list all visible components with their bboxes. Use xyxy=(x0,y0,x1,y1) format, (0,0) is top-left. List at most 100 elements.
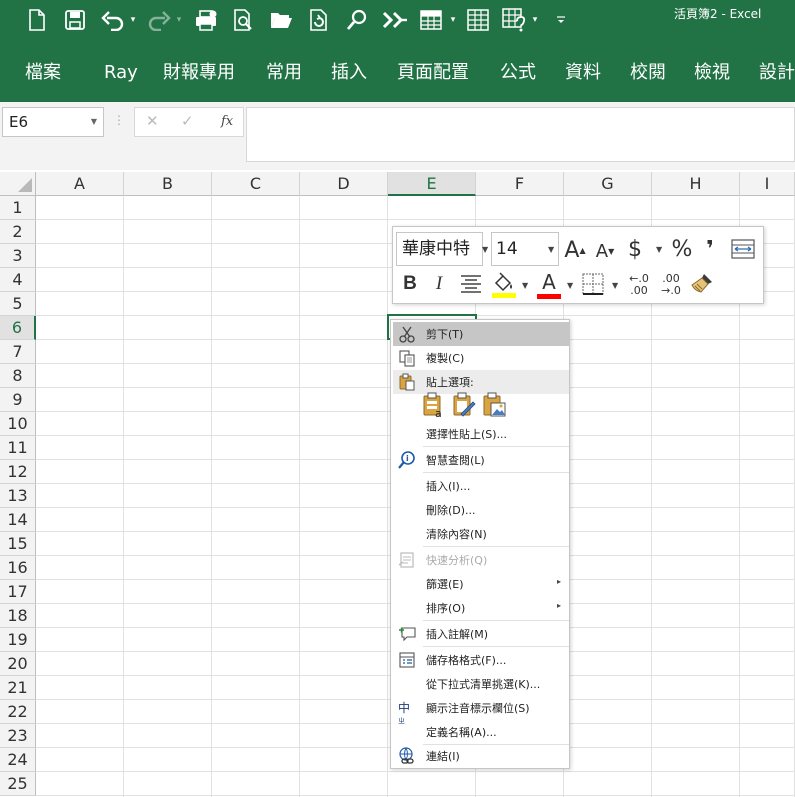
row-header-2[interactable]: 2 xyxy=(0,220,36,244)
refresh-icon[interactable] xyxy=(306,7,332,33)
row-header-17[interactable]: 17 xyxy=(0,580,36,604)
more-dropdown-icon[interactable]: ▾ xyxy=(530,7,540,33)
tab-page-layout[interactable]: 頁面配置 xyxy=(397,62,469,84)
repeat-icon[interactable] xyxy=(381,7,409,33)
menu-item-sort[interactable]: 排序(O) ▸ xyxy=(393,596,569,620)
increase-decimal-button[interactable]: ←.0 .00 xyxy=(625,271,653,299)
font-color-button[interactable]: A xyxy=(536,271,562,299)
name-box[interactable]: E6 ▼ xyxy=(2,107,104,137)
fill-color-icon[interactable] xyxy=(491,271,517,299)
menu-item-insert[interactable]: 插入(I)... xyxy=(393,474,569,498)
paste-formulas-icon[interactable] xyxy=(451,392,477,418)
menu-item-smart-lookup[interactable]: i 智慧查閱(L) xyxy=(393,448,569,472)
merge-center-icon[interactable] xyxy=(731,237,755,261)
row-header-12[interactable]: 12 xyxy=(0,460,36,484)
align-center-icon[interactable] xyxy=(459,273,483,295)
row-header-3[interactable]: 3 xyxy=(0,244,36,268)
name-box-dropdown-icon[interactable]: ▼ xyxy=(91,117,97,126)
font-name-box[interactable]: 華康中特 xyxy=(396,232,483,266)
font-name-dropdown-icon[interactable]: ▼ xyxy=(482,245,488,254)
row-header-23[interactable]: 23 xyxy=(0,724,36,748)
menu-item-insert-comment[interactable]: 插入註解(M) xyxy=(393,622,569,646)
tab-ray[interactable]: Ray xyxy=(104,62,138,84)
insert-function-button[interactable]: fx xyxy=(221,114,233,129)
column-header-d[interactable]: D xyxy=(300,172,388,196)
customize-qat-icon[interactable] xyxy=(555,7,567,33)
row-header-22[interactable]: 22 xyxy=(0,700,36,724)
column-header-f[interactable]: F xyxy=(476,172,564,196)
row-header-24[interactable]: 24 xyxy=(0,748,36,772)
form-icon[interactable] xyxy=(465,7,491,33)
percent-button[interactable]: % xyxy=(670,235,694,263)
paste-values-icon[interactable]: a xyxy=(421,392,447,420)
row-header-20[interactable]: 20 xyxy=(0,652,36,676)
more-icon[interactable] xyxy=(501,7,527,33)
menu-item-define-name[interactable]: 定義名稱(A)... xyxy=(393,720,569,744)
row-header-14[interactable]: 14 xyxy=(0,508,36,532)
menu-item-phonetic[interactable]: 中ㄓ 顯示注音標示欄位(S) xyxy=(393,696,569,725)
fill-color-dropdown-icon[interactable]: ▼ xyxy=(522,281,528,290)
column-header-h[interactable]: H xyxy=(652,172,740,196)
menu-item-filter[interactable]: 篩選(E) ▸ xyxy=(393,572,569,596)
formula-input[interactable] xyxy=(246,107,795,162)
column-header-e[interactable]: E xyxy=(388,172,476,196)
format-painter-icon[interactable] xyxy=(690,272,714,296)
row-header-21[interactable]: 21 xyxy=(0,676,36,700)
tab-financial-report[interactable]: 財報專用 xyxy=(163,62,235,84)
menu-item-clear-contents[interactable]: 清除內容(N) xyxy=(393,522,569,546)
currency-dropdown-icon[interactable]: ▼ xyxy=(656,245,662,254)
quick-print-icon[interactable] xyxy=(193,7,219,33)
menu-item-cut[interactable]: 剪下(T) xyxy=(393,322,569,346)
new-file-icon[interactable] xyxy=(26,7,48,33)
tab-design[interactable]: 設計 xyxy=(759,62,795,84)
row-header-7[interactable]: 7 xyxy=(0,340,36,364)
grow-font-button[interactable]: A ▲ xyxy=(564,236,586,264)
menu-item-delete[interactable]: 刪除(D)... xyxy=(393,498,569,522)
row-header-25[interactable]: 25 xyxy=(0,772,36,796)
menu-item-link[interactable]: 連結(I) xyxy=(393,744,569,768)
row-header-11[interactable]: 11 xyxy=(0,436,36,460)
row-header-19[interactable]: 19 xyxy=(0,628,36,652)
tab-review[interactable]: 校閱 xyxy=(630,62,666,84)
paste-picture-icon[interactable] xyxy=(481,392,507,418)
tab-view[interactable]: 檢視 xyxy=(694,62,730,84)
row-header-6[interactable]: 6 xyxy=(0,316,36,340)
print-preview-icon[interactable] xyxy=(231,7,257,33)
table-icon[interactable] xyxy=(418,7,444,33)
tab-file[interactable]: 檔案 xyxy=(25,62,61,84)
undo-dropdown-icon[interactable]: ▾ xyxy=(128,7,138,33)
tab-insert[interactable]: 插入 xyxy=(331,62,367,84)
enter-icon[interactable]: ✓ xyxy=(181,112,194,130)
find-icon[interactable] xyxy=(344,7,370,33)
bold-button[interactable]: B xyxy=(400,272,420,296)
borders-icon[interactable] xyxy=(582,273,604,295)
borders-dropdown-icon[interactable]: ▼ xyxy=(612,281,618,290)
font-color-dropdown-icon[interactable]: ▼ xyxy=(567,281,573,290)
column-header-b[interactable]: B xyxy=(124,172,212,196)
row-header-8[interactable]: 8 xyxy=(0,364,36,388)
row-header-18[interactable]: 18 xyxy=(0,604,36,628)
menu-item-format-cells[interactable]: 儲存格格式(F)... xyxy=(393,648,569,672)
row-header-1[interactable]: 1 xyxy=(0,196,36,220)
row-header-5[interactable]: 5 xyxy=(0,292,36,316)
undo-icon[interactable] xyxy=(100,7,126,33)
cancel-icon[interactable]: ✕ xyxy=(146,112,159,130)
tab-home[interactable]: 常用 xyxy=(266,62,302,84)
formula-bar-grip[interactable]: ⋮ xyxy=(113,113,125,127)
row-header-4[interactable]: 4 xyxy=(0,268,36,292)
column-header-c[interactable]: C xyxy=(212,172,300,196)
menu-item-paste-special[interactable]: 選擇性貼上(S)... xyxy=(393,422,569,446)
column-header-i[interactable]: I xyxy=(740,172,795,196)
comma-button[interactable]: ❜ xyxy=(702,235,718,263)
row-header-16[interactable]: 16 xyxy=(0,556,36,580)
shrink-font-button[interactable]: A ▼ xyxy=(595,239,615,263)
font-size-dropdown-icon[interactable]: ▼ xyxy=(548,245,554,254)
column-header-a[interactable]: A xyxy=(36,172,124,196)
row-header-15[interactable]: 15 xyxy=(0,532,36,556)
table-dropdown-icon[interactable]: ▾ xyxy=(448,7,458,33)
row-header-13[interactable]: 13 xyxy=(0,484,36,508)
tab-data[interactable]: 資料 xyxy=(565,62,601,84)
menu-item-pick-from-list[interactable]: 從下拉式清單挑選(K)... xyxy=(393,672,569,696)
open-folder-icon[interactable] xyxy=(268,7,294,33)
column-header-g[interactable]: G xyxy=(564,172,652,196)
